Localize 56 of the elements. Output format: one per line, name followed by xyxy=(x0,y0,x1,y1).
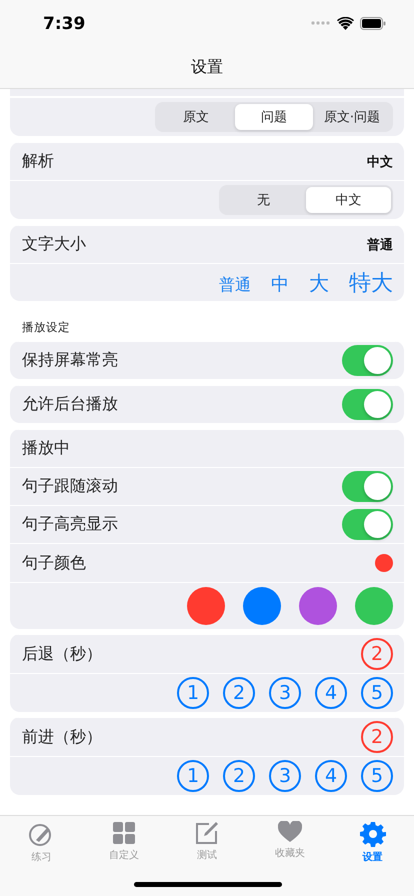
toggle-switch[interactable] xyxy=(342,389,393,420)
setting-label: 后退（秒） xyxy=(22,644,103,664)
seconds-option[interactable]: 1 xyxy=(177,760,209,792)
seconds-option[interactable]: 3 xyxy=(269,677,301,709)
signal-icon xyxy=(311,21,331,25)
setting-label: 句子高亮显示 xyxy=(22,514,119,535)
seconds-option[interactable]: 5 xyxy=(361,677,393,709)
battery-icon xyxy=(360,16,386,30)
text-size-option[interactable]: 特大 xyxy=(349,268,393,298)
seconds-option[interactable]: 5 xyxy=(361,760,393,792)
seconds-option[interactable]: 4 xyxy=(315,760,347,792)
color-swatch[interactable] xyxy=(355,587,393,625)
setting-label: 解析 xyxy=(22,151,55,172)
status-time: 7:39 xyxy=(43,13,86,34)
color-swatch[interactable] xyxy=(299,587,337,625)
segment-option[interactable]: 中文 xyxy=(306,187,391,213)
color-swatch[interactable] xyxy=(187,587,225,625)
tab-item[interactable]: 收藏夹 xyxy=(260,821,320,864)
setting-label: 前进（秒） xyxy=(22,726,103,748)
group-title: 播放中 xyxy=(22,438,71,459)
setting-value: 中文 xyxy=(367,154,393,170)
section-header: 播放设定 xyxy=(22,320,70,335)
tab-item[interactable]: 自定义 xyxy=(94,821,154,864)
toggle-switch[interactable] xyxy=(342,345,393,376)
tab-item[interactable]: 设置 xyxy=(342,821,403,864)
text-size-option[interactable]: 普通 xyxy=(219,274,251,296)
segment-option[interactable]: 原文·问题 xyxy=(313,104,391,130)
segment-option[interactable]: 原文 xyxy=(157,104,235,130)
seconds-option[interactable]: 2 xyxy=(223,760,255,792)
seconds-option[interactable]: 3 xyxy=(269,760,301,792)
toggle-switch[interactable] xyxy=(342,471,393,502)
nav-title: 设置 xyxy=(191,56,223,78)
segment-option[interactable]: 无 xyxy=(221,187,306,213)
setting-label: 句子跟随滚动 xyxy=(22,476,119,497)
color-swatch[interactable] xyxy=(243,587,281,625)
setting-value: 普通 xyxy=(367,236,393,254)
setting-label: 句子颜色 xyxy=(22,552,87,574)
compose-icon xyxy=(194,821,219,845)
setting-label: 允许后台播放 xyxy=(22,394,119,415)
seconds-option[interactable]: 1 xyxy=(177,677,209,709)
settings-icon xyxy=(360,821,386,847)
tab-item[interactable]: 测试 xyxy=(176,821,237,864)
grid-icon xyxy=(112,821,136,845)
wifi-icon xyxy=(337,16,354,30)
current-value: 2 xyxy=(361,638,393,670)
tab-item[interactable]: 练习 xyxy=(11,821,72,864)
current-value: 2 xyxy=(361,721,393,753)
text-size-option[interactable]: 中 xyxy=(271,272,289,296)
text-size-option[interactable]: 大 xyxy=(309,270,329,296)
setting-label: 文字大小 xyxy=(22,234,87,255)
segment-option[interactable]: 问题 xyxy=(235,104,313,130)
setting-label: 保持屏幕常亮 xyxy=(22,350,119,371)
seconds-option[interactable]: 2 xyxy=(223,677,255,709)
seconds-option[interactable]: 4 xyxy=(315,677,347,709)
heart-icon xyxy=(278,821,302,843)
toggle-switch[interactable] xyxy=(342,509,393,540)
